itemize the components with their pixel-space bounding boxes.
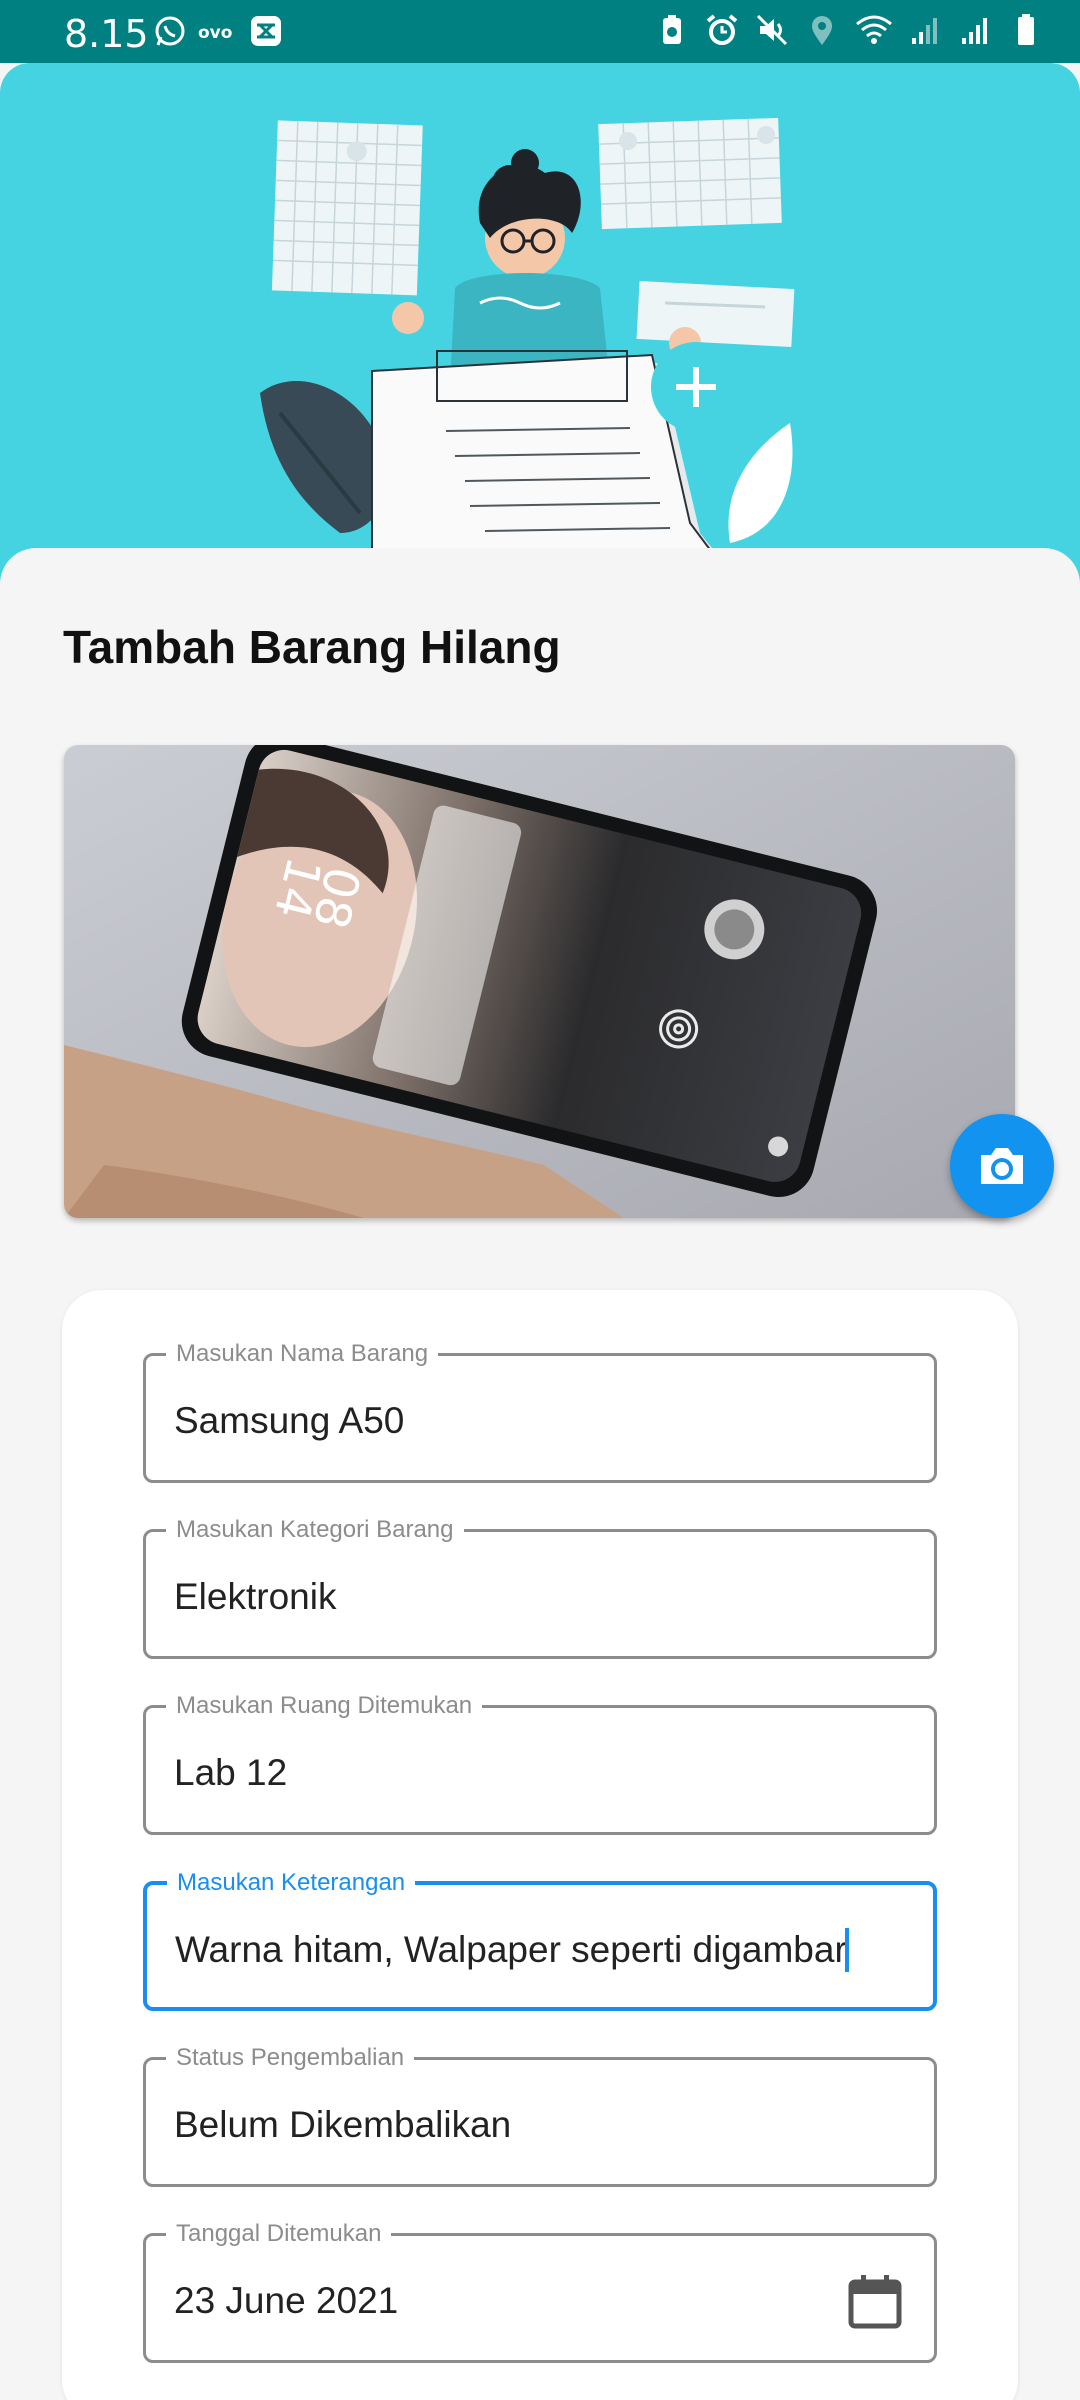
- camera-icon: [981, 1148, 1023, 1184]
- battery-saver-icon: [663, 15, 681, 44]
- camera-button[interactable]: [950, 1114, 1054, 1218]
- keterangan-input-wrap[interactable]: Warna hitam, Walpaper seperti digambar: [175, 1928, 849, 1972]
- mute-icon: [756, 14, 788, 46]
- keterangan-label: Masukan Keterangan: [167, 1869, 416, 1897]
- battery-icon: [1018, 14, 1034, 45]
- grid-note-left: [271, 120, 423, 296]
- grid-note-right: [598, 117, 782, 230]
- tanggal-ditemukan-input[interactable]: 23 June 2021: [174, 2279, 398, 2323]
- item-photo: 08 14: [64, 745, 1015, 1218]
- ruang-ditemukan-field[interactable]: Masukan Ruang Ditemukan Lab 12: [143, 1692, 937, 1835]
- ovo-icon: ovo: [198, 23, 232, 43]
- kategori-barang-field[interactable]: Masukan Kategori Barang Elektronik: [143, 1516, 937, 1659]
- nama-barang-label: Masukan Nama Barang: [166, 1340, 439, 1368]
- keterangan-field[interactable]: Masukan Keterangan Warna hitam, Walpaper…: [143, 1869, 937, 2011]
- ruang-ditemukan-input[interactable]: Lab 12: [174, 1751, 287, 1795]
- kategori-barang-input[interactable]: Elektronik: [174, 1575, 336, 1619]
- signal-icon: [962, 18, 987, 44]
- status-pengembalian-field[interactable]: Status Pengembalian Belum Dikembalikan: [143, 2044, 937, 2187]
- keterangan-input[interactable]: Warna hitam, Walpaper seperti digambar: [175, 1929, 847, 1970]
- nama-barang-field[interactable]: Masukan Nama Barang Samsung A50: [143, 1340, 937, 1483]
- status-pengembalian-label: Status Pengembalian: [166, 2044, 415, 2072]
- text-caret: [844, 1928, 849, 1972]
- svg-text:ovo: ovo: [198, 23, 232, 43]
- signal-icon: [912, 18, 937, 44]
- alarm-icon: [706, 14, 738, 45]
- wifi-icon: [856, 15, 892, 44]
- tanggal-ditemukan-label: Tanggal Ditemukan: [166, 2220, 392, 2248]
- status-bar: 8.15 ovo: [0, 0, 1080, 63]
- location-icon: [812, 16, 832, 45]
- whatsapp-icon: [155, 16, 185, 46]
- capcut-icon: [251, 16, 281, 46]
- plus-circle: [651, 342, 741, 432]
- kategori-barang-label: Masukan Kategori Barang: [166, 1516, 464, 1544]
- page-title: Tambah Barang Hilang: [63, 621, 561, 673]
- tanggal-ditemukan-field[interactable]: Tanggal Ditemukan 23 June 2021: [143, 2220, 937, 2363]
- ruang-ditemukan-label: Masukan Ruang Ditemukan: [166, 1692, 483, 1720]
- nama-barang-input[interactable]: Samsung A50: [174, 1399, 404, 1443]
- status-pengembalian-input[interactable]: Belum Dikembalikan: [174, 2103, 511, 2147]
- hero-illustration: [0, 63, 1080, 583]
- hero-graphic: [260, 117, 795, 583]
- status-time: 8.15: [64, 12, 149, 56]
- calendar-icon[interactable]: [846, 2272, 904, 2330]
